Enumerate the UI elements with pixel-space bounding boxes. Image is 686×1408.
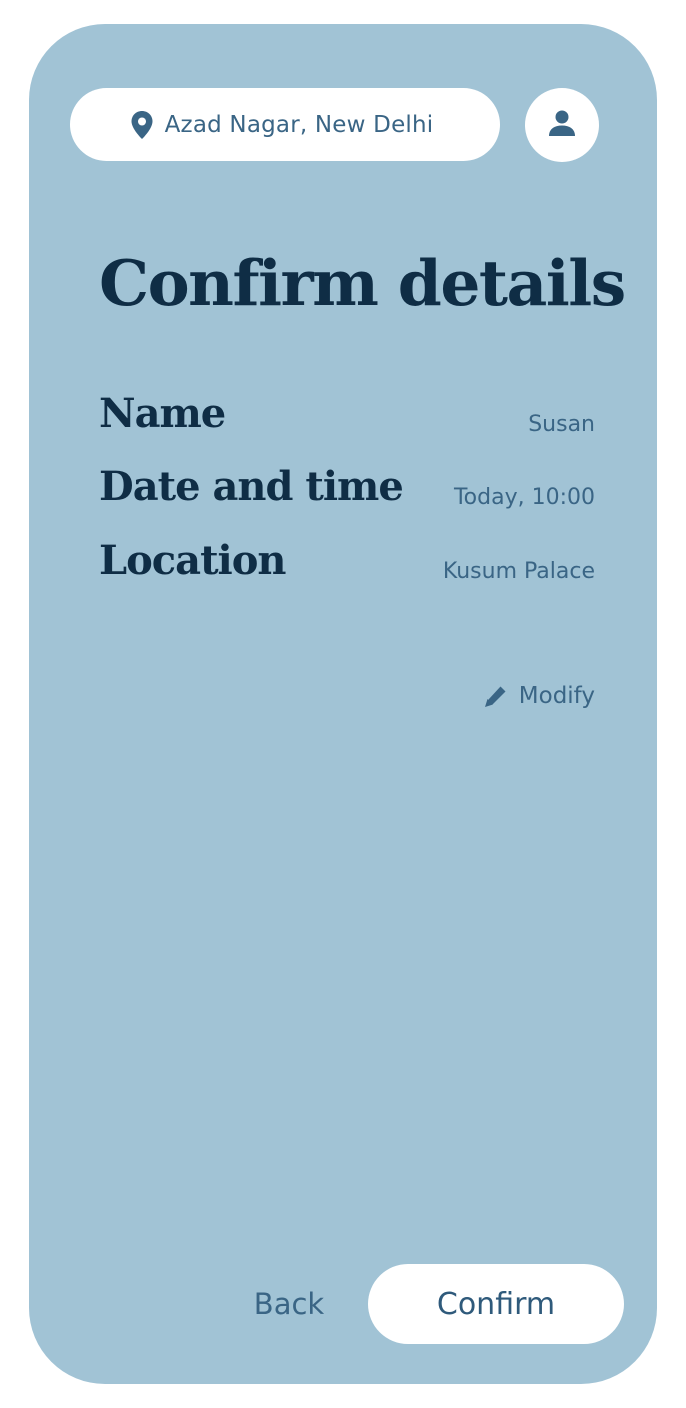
- detail-label-date-time: Date and time: [99, 463, 404, 510]
- detail-value-name: Susan: [528, 412, 595, 437]
- detail-label-name: Name: [99, 390, 226, 437]
- location-label: Azad Nagar, New Delhi: [164, 111, 434, 138]
- user-icon: [548, 109, 576, 141]
- location-selector[interactable]: Azad Nagar, New Delhi: [70, 88, 500, 161]
- profile-button[interactable]: [525, 88, 599, 162]
- modify-label: Modify: [518, 683, 595, 709]
- detail-label-location: Location: [99, 537, 287, 584]
- modify-button[interactable]: Modify: [484, 683, 595, 709]
- page-title: Confirm details: [99, 246, 626, 320]
- confirm-button[interactable]: Confirm: [368, 1264, 624, 1344]
- detail-value-location: Kusum Palace: [442, 559, 595, 584]
- back-button[interactable]: Back: [240, 1276, 338, 1332]
- map-pin-icon: [131, 110, 153, 139]
- detail-value-date-time: Today, 10:00: [453, 485, 595, 510]
- pencil-icon: [484, 685, 507, 707]
